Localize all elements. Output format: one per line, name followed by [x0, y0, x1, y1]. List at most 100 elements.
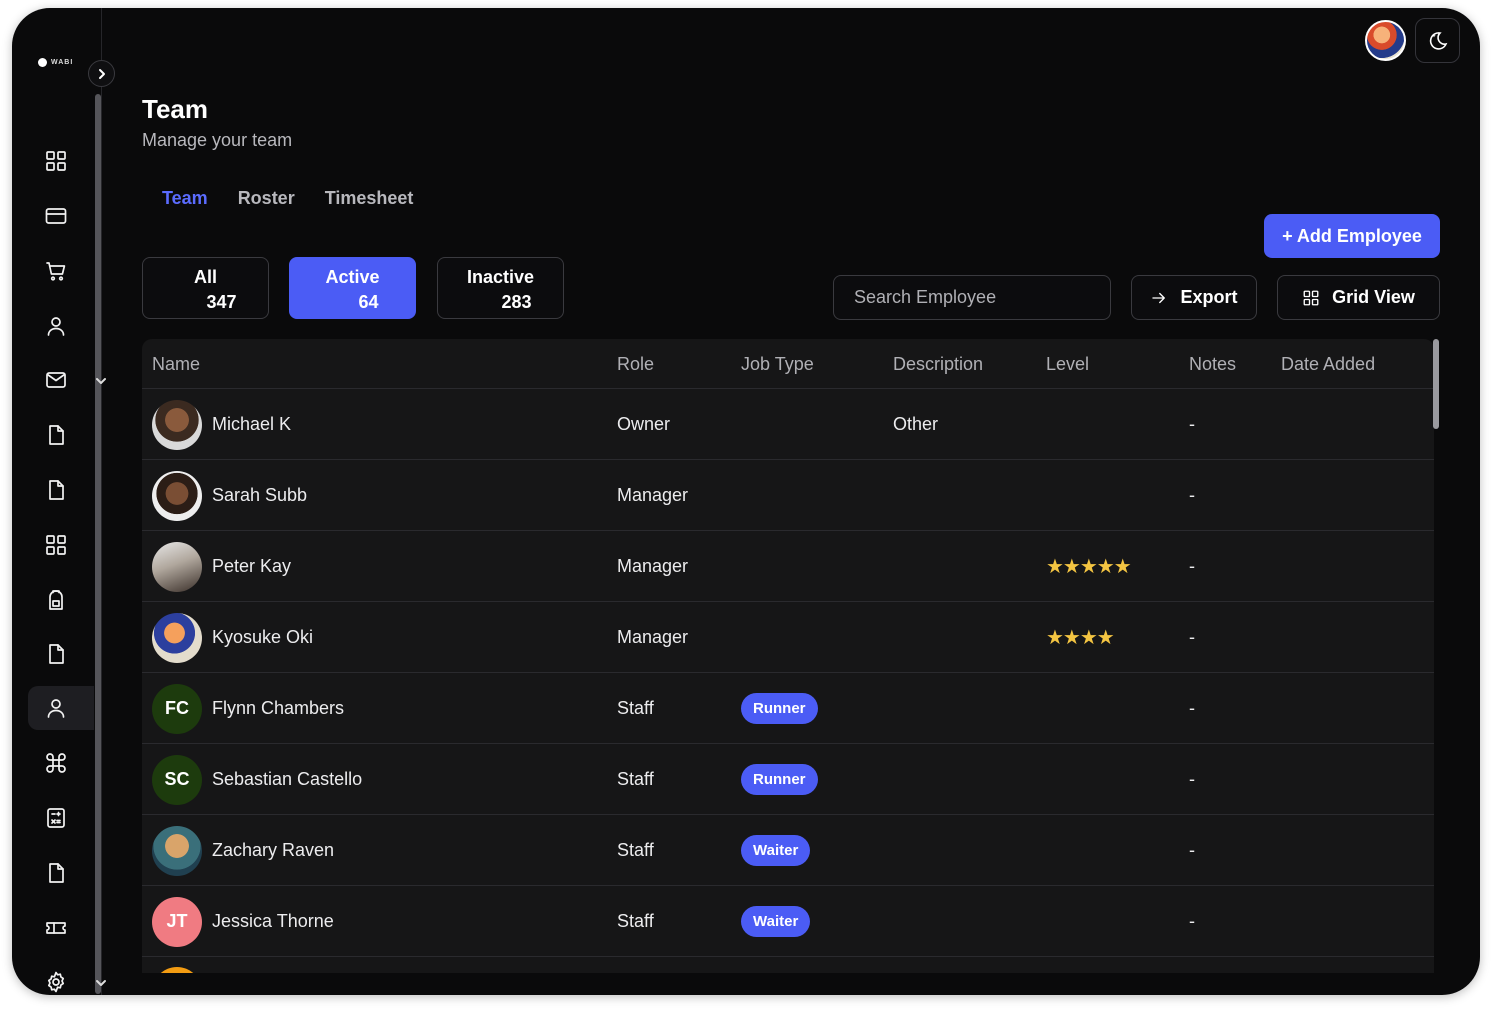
- name-cell: Sarah Subb: [152, 460, 307, 531]
- search-input[interactable]: [833, 275, 1111, 320]
- sidebar-scrollbar[interactable]: [95, 94, 101, 994]
- user-icon: [47, 317, 65, 336]
- sidebar-item-tickets[interactable]: [28, 906, 94, 950]
- cart-icon: [46, 262, 66, 281]
- role-cell: Staff: [617, 911, 654, 931]
- tab-team[interactable]: Team: [162, 188, 208, 209]
- avatar: [152, 612, 202, 663]
- employee-name: Kyosuke Oki: [212, 627, 314, 647]
- role-cell: Manager: [617, 627, 689, 647]
- avatar: [152, 967, 202, 973]
- chevron-down-icon: [95, 374, 107, 386]
- sidebar-item-document-4[interactable]: [28, 851, 94, 895]
- sidebar-item-messages[interactable]: [28, 358, 106, 402]
- notes-cell: -: [1189, 840, 1195, 860]
- sidebar-item-dashboard[interactable]: [28, 139, 94, 183]
- job-type-cell: Runner: [741, 673, 818, 744]
- table-row[interactable]: Peter Kay Manager ★★★★★ -: [142, 531, 1434, 602]
- job-type-badge: Runner: [741, 764, 818, 795]
- filter-count: 347: [206, 292, 237, 312]
- column-header-name[interactable]: Name: [152, 354, 200, 375]
- role-cell: Manager: [617, 485, 689, 505]
- sidebar-item-calculator[interactable]: [28, 796, 94, 840]
- user-avatar[interactable]: [1365, 20, 1406, 61]
- sidebar-item-document-1[interactable]: [28, 413, 94, 457]
- job-type-cell: Waiter: [741, 886, 811, 957]
- grid-view-label: Grid View: [1332, 287, 1415, 307]
- theme-toggle-button[interactable]: [1415, 18, 1460, 63]
- sidebar-item-document-2[interactable]: [28, 468, 94, 512]
- command-icon: [46, 753, 66, 773]
- notes-cell: -: [1189, 698, 1195, 718]
- column-header-description[interactable]: Description: [893, 354, 983, 375]
- grid-icon: [1303, 290, 1319, 305]
- sidebar-item-inventory[interactable]: [28, 578, 94, 622]
- sidebar-item-customers[interactable]: [28, 304, 94, 348]
- description-cell: Other: [893, 414, 939, 434]
- name-cell: Zachary Raven: [152, 815, 334, 886]
- table-scrollbar[interactable]: [1433, 339, 1439, 429]
- employee-name: Sebastian Castello: [212, 769, 363, 789]
- chevron-right-icon: [98, 68, 105, 79]
- filter-all-card[interactable]: All 347: [142, 257, 269, 319]
- employee-name: Flynn Chambers: [212, 698, 345, 718]
- filter-active-card[interactable]: Active 64: [289, 257, 416, 319]
- avatar: [152, 399, 202, 450]
- notes-cell: -: [1189, 556, 1195, 576]
- name-cell: FC Flynn Chambers: [152, 673, 344, 744]
- sidebar-item-payments[interactable]: [28, 194, 94, 238]
- notes-cell: -: [1189, 485, 1195, 505]
- employee-name: Peter Kay: [212, 556, 292, 576]
- backpack-icon: [49, 590, 63, 610]
- name-cell: Kyosuke Oki: [152, 602, 313, 673]
- sidebar-item-orders[interactable]: [28, 249, 94, 293]
- table-row[interactable]: SC Sebastian Castello Staff Runner -: [142, 744, 1434, 815]
- notes-cell: -: [1189, 769, 1195, 789]
- add-employee-button[interactable]: + Add Employee: [1264, 214, 1440, 258]
- card-icon: [45, 208, 67, 224]
- tab-roster[interactable]: Roster: [238, 188, 295, 209]
- table-row[interactable]: Michael K Owner Other -: [142, 389, 1434, 460]
- table-row[interactable]: FC Flynn Chambers Staff Runner -: [142, 673, 1434, 744]
- column-header-notes[interactable]: Notes: [1189, 354, 1236, 375]
- employee-table: Name Role Job Type Description Level Not…: [142, 339, 1434, 973]
- file-icon: [49, 425, 64, 445]
- avatar: JT: [152, 896, 202, 947]
- tab-timesheet[interactable]: Timesheet: [325, 188, 414, 209]
- sidebar-item-shortcuts[interactable]: [28, 741, 94, 785]
- table-row[interactable]: Sarah Subb Manager -: [142, 460, 1434, 531]
- name-cell: Michael K: [152, 389, 291, 460]
- sidebar-item-document-3[interactable]: [28, 632, 94, 676]
- column-header-level[interactable]: Level: [1046, 354, 1089, 375]
- name-cell: Peter Kay: [152, 531, 291, 602]
- filter-count: 64: [358, 292, 379, 312]
- ticket-icon: [46, 922, 66, 934]
- file-icon: [49, 644, 64, 664]
- table-row[interactable]: Kyosuke Oki Manager ★★★★ -: [142, 602, 1434, 673]
- file-icon: [49, 480, 64, 500]
- filter-label: Inactive: [466, 267, 535, 287]
- job-type-cell: Runner: [741, 744, 818, 815]
- sidebar-item-settings[interactable]: [28, 960, 106, 995]
- column-header-date-added[interactable]: Date Added: [1281, 354, 1375, 375]
- column-header-role[interactable]: Role: [617, 354, 654, 375]
- column-header-job-type[interactable]: Job Type: [741, 354, 814, 375]
- page-subtitle: Manage your team: [142, 130, 293, 150]
- tab-bar: Team Roster Timesheet: [162, 188, 413, 209]
- filter-inactive-card[interactable]: Inactive 283: [437, 257, 564, 319]
- filter-label: Active: [325, 267, 380, 287]
- sidebar-item-team[interactable]: [28, 686, 94, 730]
- export-button[interactable]: Export: [1131, 275, 1257, 320]
- table-row[interactable]: JT Jessica Thorne Staff Waiter -: [142, 886, 1434, 957]
- grid-view-button[interactable]: Grid View: [1277, 275, 1440, 320]
- sidebar-item-apps[interactable]: [28, 523, 94, 567]
- role-cell: Staff: [617, 840, 654, 860]
- notes-cell: -: [1189, 414, 1195, 434]
- sidebar-collapse-button[interactable]: [88, 60, 115, 87]
- table-row[interactable]: Zachary Raven Staff Waiter -: [142, 815, 1434, 886]
- dashboard-icon: [46, 535, 66, 555]
- table-row[interactable]: [142, 957, 1434, 973]
- name-cell: SC Sebastian Castello: [152, 744, 362, 815]
- chevron-down-icon: [95, 976, 107, 988]
- star-rating: ★★★★★: [1046, 556, 1132, 578]
